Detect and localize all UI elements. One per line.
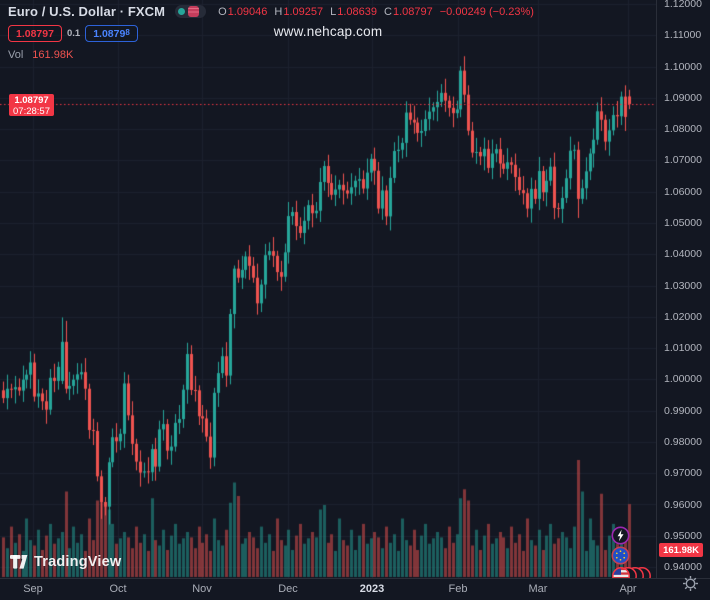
time-axis-label: Dec — [278, 583, 298, 595]
time-axis[interactable]: Sep Oct Nov Dec 2023 Feb Mar Apr — [0, 578, 710, 600]
low-label: L — [330, 5, 337, 18]
bar-countdown: 07:28:57 — [13, 106, 50, 117]
current-price: 1.08797 — [14, 95, 49, 106]
volume-value: 161.98K — [32, 49, 74, 61]
market-open-dot-icon — [178, 8, 186, 15]
price-axis-label: 0.95000 — [664, 529, 702, 542]
price-axis-label: 1.12000 — [664, 0, 702, 10]
time-axis-label: Feb — [448, 583, 468, 595]
buy-price: 1.0879 — [93, 28, 126, 40]
market-status-toggle[interactable] — [175, 5, 207, 18]
change-value: −0.00249 (−0.23%) — [439, 5, 534, 18]
price-axis-label: 1.03000 — [664, 279, 702, 292]
open-value: 1.09046 — [227, 5, 268, 18]
time-axis-label: Mar — [528, 583, 548, 595]
price-axis-label: 1.04000 — [664, 248, 702, 261]
volume-readout: Vol 161.98K — [8, 49, 534, 61]
chart-legend: Euro / U.S. Dollar · FXCM O 1.09046 H 1.09… — [8, 4, 534, 61]
price-axis-label: 1.02000 — [664, 310, 702, 323]
eu-flag-icon[interactable] — [611, 546, 630, 565]
high-value: 1.09257 — [283, 5, 324, 18]
tradingview-glyph-icon — [10, 555, 28, 569]
time-axis-label: Apr — [619, 583, 637, 595]
ohlc-readout: O 1.09046 H 1.09257 L 1.08639 C 1.08797 −0.0… — [218, 6, 534, 18]
lightning-idea-icon[interactable] — [611, 526, 630, 545]
settings-gear-icon[interactable] — [682, 575, 699, 592]
high-label: H — [274, 5, 283, 18]
time-axis-label: Sep — [23, 583, 43, 595]
current-volume-badge: 161.98K — [659, 543, 703, 557]
close-label: C — [384, 5, 392, 18]
idea-icons — [611, 526, 655, 586]
price-axis-label: 0.97000 — [664, 467, 702, 480]
price-axis-label: 1.01000 — [664, 342, 702, 355]
volume-label: Vol — [8, 49, 24, 61]
buy-button[interactable]: 1.0879 8 — [85, 25, 138, 42]
price-axis-label: 1.05000 — [664, 217, 702, 229]
price-axis-label: 1.11000 — [664, 29, 702, 42]
tradingview-logo-text: TradingView — [34, 554, 122, 570]
price-axis-label: 1.07000 — [664, 154, 702, 167]
price-axis-label: 0.94000 — [664, 561, 702, 573]
price-axis-label: 0.98000 — [664, 435, 702, 448]
symbol-title[interactable]: Euro / U.S. Dollar · FXCM — [8, 4, 165, 19]
buy-price-sup: 8 — [125, 27, 130, 37]
current-price-badge: 1.08797 07:28:57 — [9, 94, 54, 117]
price-axis[interactable]: 1.12000 1.11000 1.10000 1.09000 1.08000 1.070… — [656, 0, 710, 578]
price-axis-label: 1.06000 — [664, 185, 702, 198]
chart-window: www.nehcap.com Euro / U.S. Dollar · FXCM… — [0, 0, 710, 600]
price-chart-canvas[interactable] — [0, 0, 656, 578]
time-axis-label: Oct — [109, 583, 127, 595]
spread-value: 0.1 — [66, 28, 81, 39]
flag-list-icon — [188, 6, 200, 17]
time-axis-label: Nov — [192, 583, 212, 595]
price-axis-label: 1.00000 — [664, 373, 702, 386]
price-axis-label: 0.99000 — [664, 404, 702, 417]
sell-button[interactable]: 1.08797 — [8, 25, 62, 42]
open-label: O — [218, 5, 227, 18]
price-axis-label: 1.09000 — [664, 91, 702, 104]
time-axis-label: 2023 — [359, 583, 385, 595]
low-value: 1.08639 — [337, 5, 378, 18]
price-axis-label: 1.10000 — [664, 60, 702, 73]
close-value: 1.08797 — [392, 5, 433, 18]
tradingview-logo[interactable]: TradingView — [10, 554, 121, 570]
price-axis-label: 1.08000 — [664, 123, 702, 136]
price-axis-label: 0.96000 — [664, 498, 702, 511]
